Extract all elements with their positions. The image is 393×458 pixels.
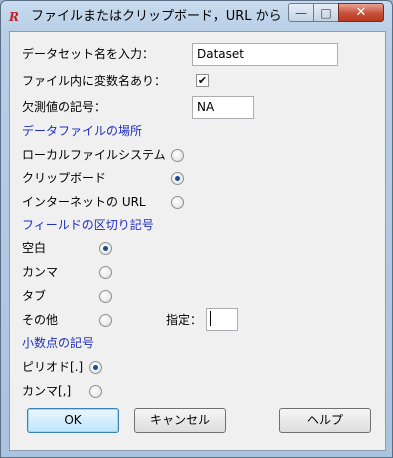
minimize-icon: —: [295, 5, 307, 20]
decimal-comma-radio[interactable]: [89, 385, 102, 398]
location-clipboard-radio[interactable]: [171, 172, 184, 185]
window-title: ファイルまたはクリップボード，URL から...: [31, 9, 281, 24]
maximize-icon: □: [320, 5, 332, 20]
specify-input[interactable]: [206, 308, 238, 331]
separator-option-label: 空白: [22, 241, 47, 255]
dialog-body: データセット名を入力： Dataset ファイル内に変数名あり： ✔ 欠測値の記…: [9, 31, 386, 451]
decimal-option-label: ピリオド[.]: [22, 360, 84, 374]
location-heading: データファイルの場所: [22, 124, 143, 138]
title-bar[interactable]: R ファイルまたはクリップボード，URL から... — □ ✕: [1, 1, 392, 31]
var-names-label: ファイル内に変数名あり：: [22, 74, 167, 88]
specify-label: 指定：: [166, 313, 203, 327]
separator-other-radio[interactable]: [99, 314, 112, 327]
dataset-name-input[interactable]: Dataset: [192, 43, 338, 66]
missing-value-input[interactable]: NA: [192, 96, 254, 119]
separator-space-radio[interactable]: [99, 242, 112, 255]
location-url-radio[interactable]: [171, 196, 184, 209]
missing-value-label: 欠測値の記号：: [22, 100, 107, 114]
dialog-window: R ファイルまたはクリップボード，URL から... — □ ✕ データセット名…: [0, 0, 393, 458]
location-option-label: インターネットの URL: [22, 195, 146, 209]
separator-tab-radio[interactable]: [99, 290, 112, 303]
maximize-button[interactable]: □: [313, 3, 339, 22]
separator-comma-radio[interactable]: [99, 266, 112, 279]
close-icon: ✕: [355, 5, 367, 20]
decimal-option-label: カンマ[,]: [22, 384, 72, 398]
help-button[interactable]: ヘルプ: [279, 408, 371, 433]
r-logo-icon: R: [9, 10, 19, 24]
decimal-period-radio[interactable]: [89, 361, 102, 374]
location-option-label: クリップボード: [22, 171, 107, 185]
decimal-heading: 小数点の記号: [22, 336, 95, 350]
separator-option-label: その他: [22, 313, 59, 327]
cancel-button[interactable]: キャンセル: [134, 408, 226, 433]
close-button[interactable]: ✕: [338, 3, 384, 22]
location-local-radio[interactable]: [171, 149, 184, 162]
location-option-label: ローカルファイルシステム: [22, 148, 166, 162]
separator-option-label: タブ: [22, 289, 47, 303]
minimize-button[interactable]: —: [288, 3, 314, 22]
ok-button[interactable]: OK: [27, 408, 119, 433]
checkmark-icon: ✔: [197, 74, 208, 87]
dataset-name-label: データセット名を入力：: [22, 47, 155, 61]
var-names-checkbox[interactable]: ✔: [196, 74, 209, 87]
separator-heading: フィールドの区切り記号: [22, 218, 154, 232]
separator-option-label: カンマ: [22, 265, 59, 279]
